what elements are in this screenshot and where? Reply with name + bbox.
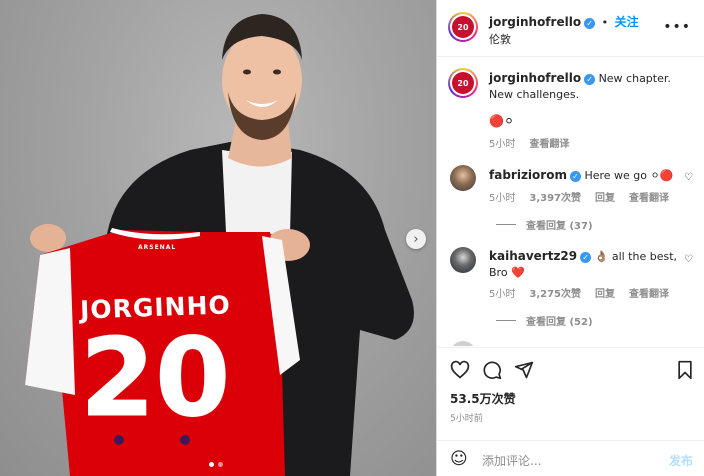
see-translation-link[interactable]: 查看翻译: [629, 193, 669, 204]
carousel-dot: [218, 462, 223, 467]
share-icon[interactable]: [514, 360, 534, 380]
post-photo[interactable]: ARSENAL JORGINHO 20 ›: [0, 0, 436, 476]
post-comment-button[interactable]: 发布: [669, 452, 693, 469]
comment-username[interactable]: kaihavertz29: [489, 249, 577, 263]
see-translation-link[interactable]: 查看翻译: [529, 139, 569, 150]
comment-avatar[interactable]: [450, 247, 476, 273]
carousel-dot: [209, 462, 214, 467]
chevron-right-icon: ›: [413, 231, 419, 247]
caption: jorginhofrello ✓ New chapter. New challen…: [489, 70, 689, 103]
view-replies-button[interactable]: 查看回复 (52): [496, 313, 593, 328]
reply-button[interactable]: 回复: [595, 289, 615, 300]
author-username[interactable]: jorginhofrello: [489, 15, 581, 29]
more-options-icon[interactable]: •••: [663, 19, 691, 35]
reply-button[interactable]: 回复: [595, 193, 615, 204]
verified-icon: ✓: [584, 18, 596, 29]
comments-list[interactable]: 20 jorginhofrello ✓ New chapter. New chal…: [437, 58, 704, 346]
comment-meta: 5小时 3,275次赞 回复 查看翻译: [489, 285, 683, 300]
caption-meta: 5小时 查看翻译: [489, 135, 583, 150]
comment-meta: 5小时 3,397次赞 回复 查看翻译: [489, 189, 683, 204]
likes-count[interactable]: 53.5万次赞: [450, 390, 516, 407]
post-location[interactable]: 伦敦: [489, 31, 511, 47]
verified-icon: ✓: [569, 171, 581, 182]
post-header: 20 jorginhofrello ✓ • 关注 伦敦 •••: [437, 0, 704, 57]
author-avatar[interactable]: 20: [448, 12, 478, 42]
like-comment-icon[interactable]: ♡: [684, 172, 693, 183]
follow-button[interactable]: 关注: [615, 15, 639, 29]
caption-username[interactable]: jorginhofrello: [489, 71, 581, 85]
view-replies-button[interactable]: 查看回复 (37): [496, 217, 593, 232]
comment-text: Here we go ⚪🔴: [584, 169, 674, 182]
jersey-brand: ARSENAL: [138, 244, 177, 251]
like-comment-icon[interactable]: ♡: [684, 254, 693, 265]
comment-time[interactable]: 5小时: [489, 193, 515, 204]
caption-emoji: 🔴⚪: [489, 114, 514, 128]
heart-icon[interactable]: [450, 360, 470, 380]
comment-likes[interactable]: 3,275次赞: [529, 289, 581, 300]
comment-avatar[interactable]: [450, 165, 476, 191]
comment-likes[interactable]: 3,397次赞: [529, 193, 581, 204]
carousel-dots: [209, 462, 223, 467]
comment: kaihavertz29 ✓ 👌🏽 all the best, Bro ❤️: [489, 248, 679, 281]
comment-time[interactable]: 5小时: [489, 289, 515, 300]
comment-username[interactable]: fabriziorom: [489, 168, 567, 182]
caption-avatar[interactable]: 20: [448, 68, 478, 98]
verified-icon: ✓: [580, 252, 592, 263]
verified-icon: ✓: [584, 74, 596, 85]
next-image-button[interactable]: ›: [406, 229, 426, 249]
comment-avatar[interactable]: [450, 341, 476, 346]
comment-icon[interactable]: [482, 360, 502, 380]
see-translation-link[interactable]: 查看翻译: [629, 289, 669, 300]
add-comment-bar: ☺ 添加评论... 发布: [437, 440, 704, 476]
post-time[interactable]: 5小时前: [450, 411, 483, 424]
bookmark-icon[interactable]: [675, 360, 695, 380]
jersey-number: 20: [79, 316, 231, 441]
caption-time[interactable]: 5小时: [489, 139, 515, 150]
post-panel: 20 jorginhofrello ✓ • 关注 伦敦 ••• 20 jorgin…: [436, 0, 704, 476]
emoji-icon[interactable]: ☺: [450, 449, 468, 469]
comment: fabriziorom ✓ Here we go ⚪🔴: [489, 167, 679, 184]
comment-input[interactable]: 添加评论...: [482, 452, 541, 469]
